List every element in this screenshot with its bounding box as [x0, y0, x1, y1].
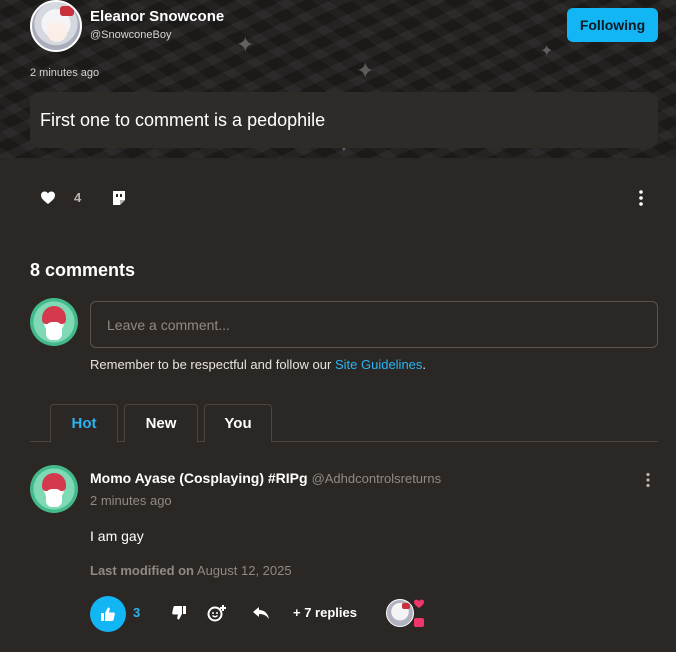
modified-label: Last modified on	[90, 563, 194, 578]
comment-kebab-menu-icon[interactable]	[641, 472, 655, 488]
heart-icon[interactable]	[40, 190, 56, 206]
post-reaction-bar: 4	[0, 180, 676, 216]
sparkle-decoration: ✦	[236, 32, 255, 57]
current-user-avatar	[30, 298, 78, 346]
guidelines-text: Remember to be respectful and follow our	[90, 357, 335, 372]
reply-reaction-icons	[414, 599, 424, 627]
upvote-button[interactable]	[90, 596, 126, 632]
commenter-handle[interactable]: @Adhdcontrolsreturns	[312, 471, 442, 486]
reply-author-avatar	[386, 599, 414, 627]
author-name[interactable]: Eleanor Snowcone	[90, 8, 224, 25]
guidelines-note: Remember to be respectful and follow our…	[90, 357, 426, 372]
sparkle-decoration: ✦	[540, 43, 554, 60]
modified-date: August 12, 2025	[196, 563, 292, 578]
view-replies-link[interactable]: + 7 replies	[293, 605, 357, 620]
site-guidelines-link[interactable]: Site Guidelines	[335, 357, 422, 372]
comment-modified-note: Last modified on August 12, 2025	[90, 563, 292, 578]
tab-new[interactable]: New	[124, 404, 198, 442]
tab-you[interactable]: You	[204, 404, 272, 442]
upvote-count: 3	[133, 605, 141, 620]
commenter-info: Momo Ayase (Cosplaying) #RIPg @Adhdcontro…	[90, 470, 441, 486]
guidelines-suffix: .	[422, 357, 427, 372]
like-count: 4	[74, 190, 82, 205]
comment-text: I am gay	[90, 528, 144, 544]
post-timestamp: 2 minutes ago	[30, 67, 100, 79]
comments-count-heading: 8 comments	[30, 260, 136, 280]
sticker-icon[interactable]	[111, 189, 127, 207]
comment-timestamp: 2 minutes ago	[90, 493, 172, 508]
reply-icon[interactable]	[252, 605, 270, 621]
post-text: First one to comment is a pedophile	[30, 92, 658, 148]
author-avatar[interactable]	[30, 0, 82, 52]
add-reaction-icon[interactable]	[207, 604, 227, 622]
kebab-menu-icon[interactable]	[634, 189, 648, 207]
post-header: ✦ ✦ ✦ ✦ Eleanor Snowcone @SnowconeBoy Fo…	[0, 0, 676, 158]
commenter-name[interactable]: Momo Ayase (Cosplaying) #RIPg	[90, 470, 308, 486]
tab-hot[interactable]: Hot	[50, 404, 118, 442]
following-button[interactable]: Following	[567, 8, 658, 42]
commenter-avatar[interactable]	[30, 465, 78, 513]
thumbs-down-icon[interactable]	[171, 605, 187, 621]
comment-input[interactable]	[90, 301, 658, 348]
author-handle[interactable]: @SnowconeBoy	[90, 29, 172, 41]
sparkle-decoration: ✦	[356, 58, 375, 83]
thumbs-up-icon	[101, 607, 115, 621]
